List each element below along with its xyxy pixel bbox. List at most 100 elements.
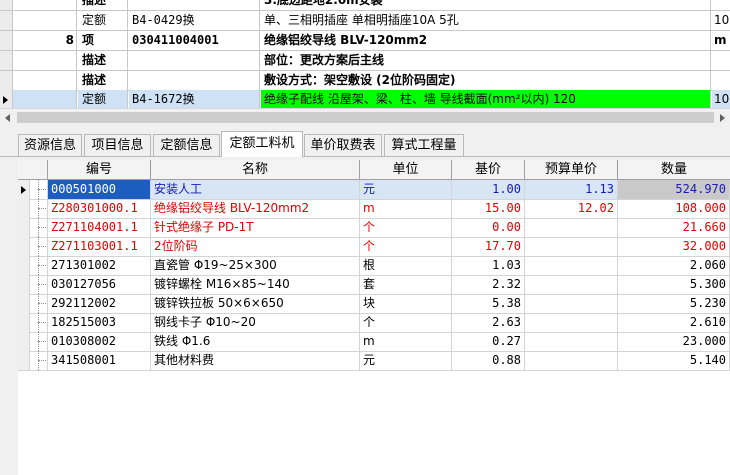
scroll-right-button[interactable] xyxy=(714,110,730,125)
row-indicator[interactable] xyxy=(0,51,13,70)
material-base-price[interactable]: 2.63 xyxy=(452,313,525,332)
material-quantity[interactable]: 32.000 xyxy=(618,237,730,256)
tab-unit-price-fees[interactable]: 单价取费表 xyxy=(304,134,382,156)
tab-project-info[interactable]: 项目信息 xyxy=(84,134,151,156)
material-unit[interactable]: m xyxy=(360,199,452,218)
table-row[interactable]: 000501000 安装人工元 1.00 1.13 524.970 xyxy=(18,180,730,200)
tab-formula-quantity[interactable]: 算式工程量 xyxy=(384,134,464,156)
material-base-price[interactable]: 17.70 xyxy=(452,237,525,256)
grid-row-description[interactable]: 描述 部位：更改方案后主线 xyxy=(0,51,730,71)
material-budget-price[interactable]: 1.13 xyxy=(525,180,618,199)
material-unit[interactable]: 块 xyxy=(360,294,452,313)
material-quantity[interactable]: 5.140 xyxy=(618,351,730,370)
table-row[interactable]: 030127056 镀锌螺栓 M16×85~140 套 2.32 5.300 xyxy=(18,275,730,295)
material-name[interactable]: 2位阶码 xyxy=(151,237,360,256)
material-unit[interactable]: 根 xyxy=(360,256,452,275)
material-budget-price[interactable] xyxy=(525,332,618,351)
material-base-price[interactable]: 5.38 xyxy=(452,294,525,313)
material-code[interactable]: 341508001 xyxy=(48,351,151,370)
material-budget-price[interactable] xyxy=(525,275,618,294)
table-row[interactable]: 182515003 钢线卡子 Φ10~20 个 2.63 2.610 xyxy=(18,313,730,333)
header-budget-price[interactable]: 预算单价 xyxy=(525,160,618,179)
material-code[interactable]: Z271104001.1 xyxy=(48,218,151,237)
material-code[interactable]: 292112002 xyxy=(48,294,151,313)
header-name[interactable]: 名称 xyxy=(151,160,360,179)
row-indicator[interactable] xyxy=(0,0,13,10)
material-quantity[interactable]: 2.610 xyxy=(618,313,730,332)
material-name[interactable]: 其他材料费 xyxy=(151,351,360,370)
material-budget-price[interactable] xyxy=(525,351,618,370)
material-code[interactable]: Z280301000.1 xyxy=(48,199,151,218)
material-name[interactable]: 绝缘铝绞导线 BLV-120mm2 xyxy=(151,199,360,218)
material-base-price[interactable]: 0.88 xyxy=(452,351,525,370)
material-unit[interactable]: 套 xyxy=(360,275,452,294)
material-quantity[interactable]: 108.000 xyxy=(618,199,730,218)
row-indicator[interactable] xyxy=(0,31,13,50)
tab-quota-materials[interactable]: 定额工料机 xyxy=(221,131,303,157)
row-indicator[interactable] xyxy=(0,90,13,108)
tab-quota-info[interactable]: 定额信息 xyxy=(153,134,220,156)
table-row[interactable]: 010308002 铁线 Φ1.6 m 0.27 23.000 xyxy=(18,332,730,352)
material-code[interactable]: 010308002 xyxy=(48,332,151,351)
row-indicator[interactable] xyxy=(18,218,30,237)
material-name[interactable]: 针式绝缘子 PD-1T xyxy=(151,218,360,237)
material-budget-price[interactable] xyxy=(525,313,618,332)
row-indicator[interactable] xyxy=(18,256,30,275)
scroll-left-button[interactable] xyxy=(0,110,16,125)
material-base-price[interactable]: 15.00 xyxy=(452,199,525,218)
material-quantity[interactable]: 23.000 xyxy=(618,332,730,351)
row-indicator[interactable] xyxy=(18,313,30,332)
header-unit[interactable]: 单位 xyxy=(360,160,452,179)
table-row[interactable]: Z271104001.1 针式绝缘子 PD-1T 个 0.00 21.660 xyxy=(18,218,730,238)
material-budget-price[interactable] xyxy=(525,294,618,313)
row-indicator[interactable] xyxy=(0,11,13,30)
row-indicator[interactable] xyxy=(18,199,30,218)
row-indicator[interactable] xyxy=(18,180,30,199)
material-unit[interactable]: m xyxy=(360,332,452,351)
grid-row-item[interactable]: 8 项 030411004001 绝缘铝绞导线 BLV-120mm2 m xyxy=(0,31,730,51)
material-quantity[interactable]: 2.060 xyxy=(618,256,730,275)
material-unit[interactable]: 个 xyxy=(360,237,452,256)
table-row[interactable]: 341508001 其他材料费元 0.88 5.140 xyxy=(18,351,730,371)
row-indicator[interactable] xyxy=(0,71,13,90)
material-budget-price[interactable]: 12.02 xyxy=(525,199,618,218)
material-code[interactable]: Z271103001.1 xyxy=(48,237,151,256)
material-base-price[interactable]: 1.00 xyxy=(452,180,525,199)
material-name[interactable]: 钢线卡子 Φ10~20 xyxy=(151,313,360,332)
material-name[interactable]: 直瓷管 Φ19~25×300 xyxy=(151,256,360,275)
material-unit[interactable]: 个 xyxy=(360,218,452,237)
material-code[interactable]: 030127056 xyxy=(48,275,151,294)
table-row[interactable]: 292112002 镀锌铁拉板 50×6×650 块 5.38 5.230 xyxy=(18,294,730,314)
material-name[interactable]: 镀锌螺栓 M16×85~140 xyxy=(151,275,360,294)
material-budget-price[interactable] xyxy=(525,237,618,256)
material-code[interactable]: 271301002 xyxy=(48,256,151,275)
material-budget-price[interactable] xyxy=(525,218,618,237)
material-base-price[interactable]: 0.00 xyxy=(452,218,525,237)
material-quantity[interactable]: 21.660 xyxy=(618,218,730,237)
material-base-price[interactable]: 0.27 xyxy=(452,332,525,351)
material-quantity[interactable]: 5.300 xyxy=(618,275,730,294)
material-base-price[interactable]: 2.32 xyxy=(452,275,525,294)
row-indicator[interactable] xyxy=(18,332,30,351)
material-budget-price[interactable] xyxy=(525,256,618,275)
table-row[interactable]: Z271103001.1 2位阶码个 17.70 32.000 xyxy=(18,237,730,257)
horizontal-scrollbar[interactable] xyxy=(0,108,730,126)
header-code[interactable]: 编号 xyxy=(48,160,151,179)
material-base-price[interactable]: 1.03 xyxy=(452,256,525,275)
material-unit[interactable]: 个 xyxy=(360,313,452,332)
scrollbar-thumb[interactable] xyxy=(17,112,717,123)
grid-row-quota[interactable]: 定额 B4-0429换 单、三相明插座 单相明插座10A 5孔 10 xyxy=(0,11,730,31)
row-indicator[interactable] xyxy=(18,275,30,294)
row-indicator[interactable] xyxy=(18,351,30,370)
table-row[interactable]: 271301002 直瓷管 Φ19~25×300 根 1.03 2.060 xyxy=(18,256,730,276)
header-base-price[interactable]: 基价 xyxy=(452,160,525,179)
material-quantity[interactable]: 524.970 xyxy=(618,180,730,199)
material-name[interactable]: 镀锌铁拉板 50×6×650 xyxy=(151,294,360,313)
grid-row-description[interactable]: 描述 3.底边距地2.0m安装 xyxy=(0,0,730,11)
grid-row-quota-selected[interactable]: 定额 B4-1672换 绝缘子配线 沿屋架、梁、柱、墙 导线截面(mm²以内) … xyxy=(0,90,730,108)
row-indicator[interactable] xyxy=(18,237,30,256)
material-code[interactable]: 000501000 xyxy=(48,180,151,199)
grid-row-description[interactable]: 描述 敷设方式：架空敷设 (2位阶码固定) xyxy=(0,71,730,91)
material-name[interactable]: 安装人工 xyxy=(151,180,360,199)
material-unit[interactable]: 元 xyxy=(360,180,452,199)
